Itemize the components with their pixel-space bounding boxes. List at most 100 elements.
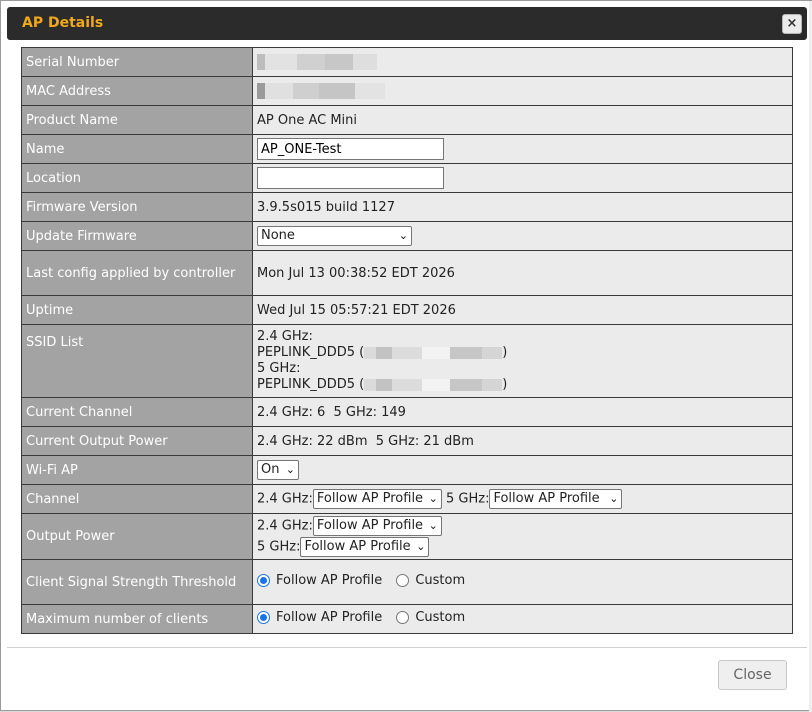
output-power-5-select[interactable]: Follow AP Profile ⌄	[300, 536, 430, 557]
name-input[interactable]	[257, 138, 444, 160]
client-signal-custom-label: Custom	[415, 573, 466, 588]
mac-address-label: MAC Address	[21, 76, 253, 106]
channel-band-24: 2.4 GHz:	[257, 491, 313, 507]
radio-selected-icon[interactable]	[257, 611, 270, 624]
max-clients-custom-label: Custom	[415, 610, 466, 625]
output-power-line-24: 2.4 GHz: Follow AP Profile ⌄	[257, 516, 788, 537]
ssid-band-5: 5 GHz:	[257, 361, 301, 376]
last-config-label: Last config applied by controller	[21, 250, 253, 296]
chevron-down-icon: ⌄	[428, 492, 438, 505]
output-power-band-5: 5 GHz:	[257, 539, 301, 554]
client-signal-follow-label: Follow AP Profile	[276, 573, 383, 588]
output-power-24-select[interactable]: Follow AP Profile ⌄	[312, 516, 442, 536]
location-input[interactable]	[257, 167, 444, 189]
row-wifi-ap: Wi-Fi AP On ⌄	[21, 455, 793, 485]
row-firmware-version: Firmware Version 3.9.5s015 build 1127	[21, 192, 793, 222]
ssid-entry-24: PEPLINK_DDD5 ()	[257, 345, 788, 361]
radio-empty-icon[interactable]	[396, 574, 410, 587]
chevron-down-icon: ⌄	[609, 492, 619, 505]
redacted-bssid	[364, 346, 503, 359]
output-power-cell: 2.4 GHz: Follow AP Profile ⌄ 5 GHz: Follow …	[252, 513, 793, 560]
client-signal-cell: Follow AP Profile Custom	[252, 559, 793, 605]
ap-details-table: Serial Number MAC Address Product Name A…	[21, 47, 793, 634]
channel-label: Channel	[21, 484, 253, 514]
update-firmware-select[interactable]: None ⌄	[257, 226, 412, 246]
current-channel-label: Current Channel	[21, 397, 253, 427]
radio-empty-icon[interactable]	[396, 611, 410, 624]
ssid-name-5: PEPLINK_DDD5 (	[257, 377, 365, 392]
footer-divider	[7, 647, 807, 648]
wifi-ap-cell: On ⌄	[252, 455, 793, 485]
client-signal-custom-radio[interactable]: Custom	[396, 573, 465, 588]
location-label: Location	[21, 163, 253, 193]
last-config-value: Mon Jul 13 00:38:52 EDT 2026	[252, 250, 793, 296]
row-name: Name	[21, 134, 793, 164]
ssid-list-label: SSID List	[21, 324, 253, 398]
channel-5-select[interactable]: Follow AP Profile ⌄	[489, 489, 623, 509]
channel-24-select[interactable]: Follow AP Profile ⌄	[312, 489, 442, 509]
ap-details-dialog: AP Details × Serial Number MAC Address P…	[0, 0, 812, 712]
ssid-close-24: )	[502, 345, 508, 360]
uptime-label: Uptime	[21, 295, 253, 325]
serial-number-label: Serial Number	[21, 47, 253, 77]
radio-selected-icon[interactable]	[257, 574, 270, 587]
row-current-channel: Current Channel 2.4 GHz: 6 5 GHz: 149	[21, 397, 793, 427]
output-power-5-selected: Follow AP Profile	[304, 538, 411, 554]
row-product-name: Product Name AP One AC Mini	[21, 105, 793, 135]
max-clients-follow-label: Follow AP Profile	[276, 610, 383, 625]
ssid-entry-5: PEPLINK_DDD5 ()	[257, 377, 788, 393]
row-uptime: Uptime Wed Jul 15 05:57:21 EDT 2026	[21, 295, 793, 325]
output-power-label: Output Power	[21, 513, 253, 560]
row-max-clients: Maximum number of clients Follow AP Prof…	[21, 604, 793, 634]
location-cell	[252, 163, 793, 193]
row-output-power: Output Power 2.4 GHz: Follow AP Profile ⌄ …	[21, 513, 793, 560]
current-channel-value: 2.4 GHz: 6 5 GHz: 149	[252, 397, 793, 427]
firmware-version-value: 3.9.5s015 build 1127	[252, 192, 793, 222]
chevron-down-icon: ⌄	[428, 519, 438, 532]
row-current-output-power: Current Output Power 2.4 GHz: 22 dBm 5 G…	[21, 426, 793, 456]
close-icon[interactable]: ×	[782, 14, 802, 34]
row-ssid-list: SSID List 2.4 GHz: PEPLINK_DDD5 () 5 GHz…	[21, 324, 793, 398]
redacted-serial	[257, 54, 377, 70]
chevron-down-icon: ⌄	[398, 229, 408, 242]
mac-address-value	[252, 76, 793, 106]
row-mac-address: MAC Address	[21, 76, 793, 106]
row-location: Location	[21, 163, 793, 193]
dialog-title: AP Details	[22, 15, 104, 31]
ssid-list-value: 2.4 GHz: PEPLINK_DDD5 () 5 GHz: PEPLINK_…	[252, 324, 793, 398]
wifi-ap-select[interactable]: On ⌄	[257, 460, 299, 480]
redacted-bssid	[364, 378, 503, 391]
uptime-value: Wed Jul 15 05:57:21 EDT 2026	[252, 295, 793, 325]
serial-number-value	[252, 47, 793, 77]
output-power-line-5: 5 GHz: Follow AP Profile ⌄	[257, 536, 788, 558]
name-label: Name	[21, 134, 253, 164]
ssid-close-5: )	[502, 377, 508, 392]
max-clients-label: Maximum number of clients	[21, 604, 253, 634]
product-name-value: AP One AC Mini	[252, 105, 793, 135]
max-clients-follow-radio[interactable]: Follow AP Profile	[257, 610, 382, 625]
product-name-label: Product Name	[21, 105, 253, 135]
name-cell	[252, 134, 793, 164]
current-output-power-label: Current Output Power	[21, 426, 253, 456]
close-button[interactable]: Close	[718, 660, 787, 690]
row-serial-number: Serial Number	[21, 47, 793, 77]
client-signal-follow-radio[interactable]: Follow AP Profile	[257, 573, 382, 588]
channel-24-selected: Follow AP Profile	[316, 491, 424, 506]
wifi-ap-selected: On	[261, 462, 280, 477]
update-firmware-label: Update Firmware	[21, 221, 253, 251]
firmware-version-label: Firmware Version	[21, 192, 253, 222]
ssid-name-24: PEPLINK_DDD5 (	[257, 345, 365, 360]
chevron-down-icon: ⌄	[416, 539, 426, 553]
row-channel: Channel 2.4 GHz: Follow AP Profile ⌄ 5 GHz…	[21, 484, 793, 514]
row-last-config: Last config applied by controller Mon Ju…	[21, 250, 793, 296]
max-clients-custom-radio[interactable]: Custom	[396, 610, 465, 625]
channel-cell: 2.4 GHz: Follow AP Profile ⌄ 5 GHz: Follow …	[252, 484, 793, 514]
output-power-24-selected: Follow AP Profile	[316, 518, 424, 533]
dialog-titlebar: AP Details ×	[7, 7, 807, 40]
row-update-firmware: Update Firmware None ⌄	[21, 221, 793, 251]
channel-band-5: 5 GHz:	[446, 491, 490, 507]
redacted-mac	[257, 83, 385, 99]
update-firmware-cell: None ⌄	[252, 221, 793, 251]
update-firmware-selected: None	[261, 228, 295, 243]
wifi-ap-label: Wi-Fi AP	[21, 455, 253, 485]
